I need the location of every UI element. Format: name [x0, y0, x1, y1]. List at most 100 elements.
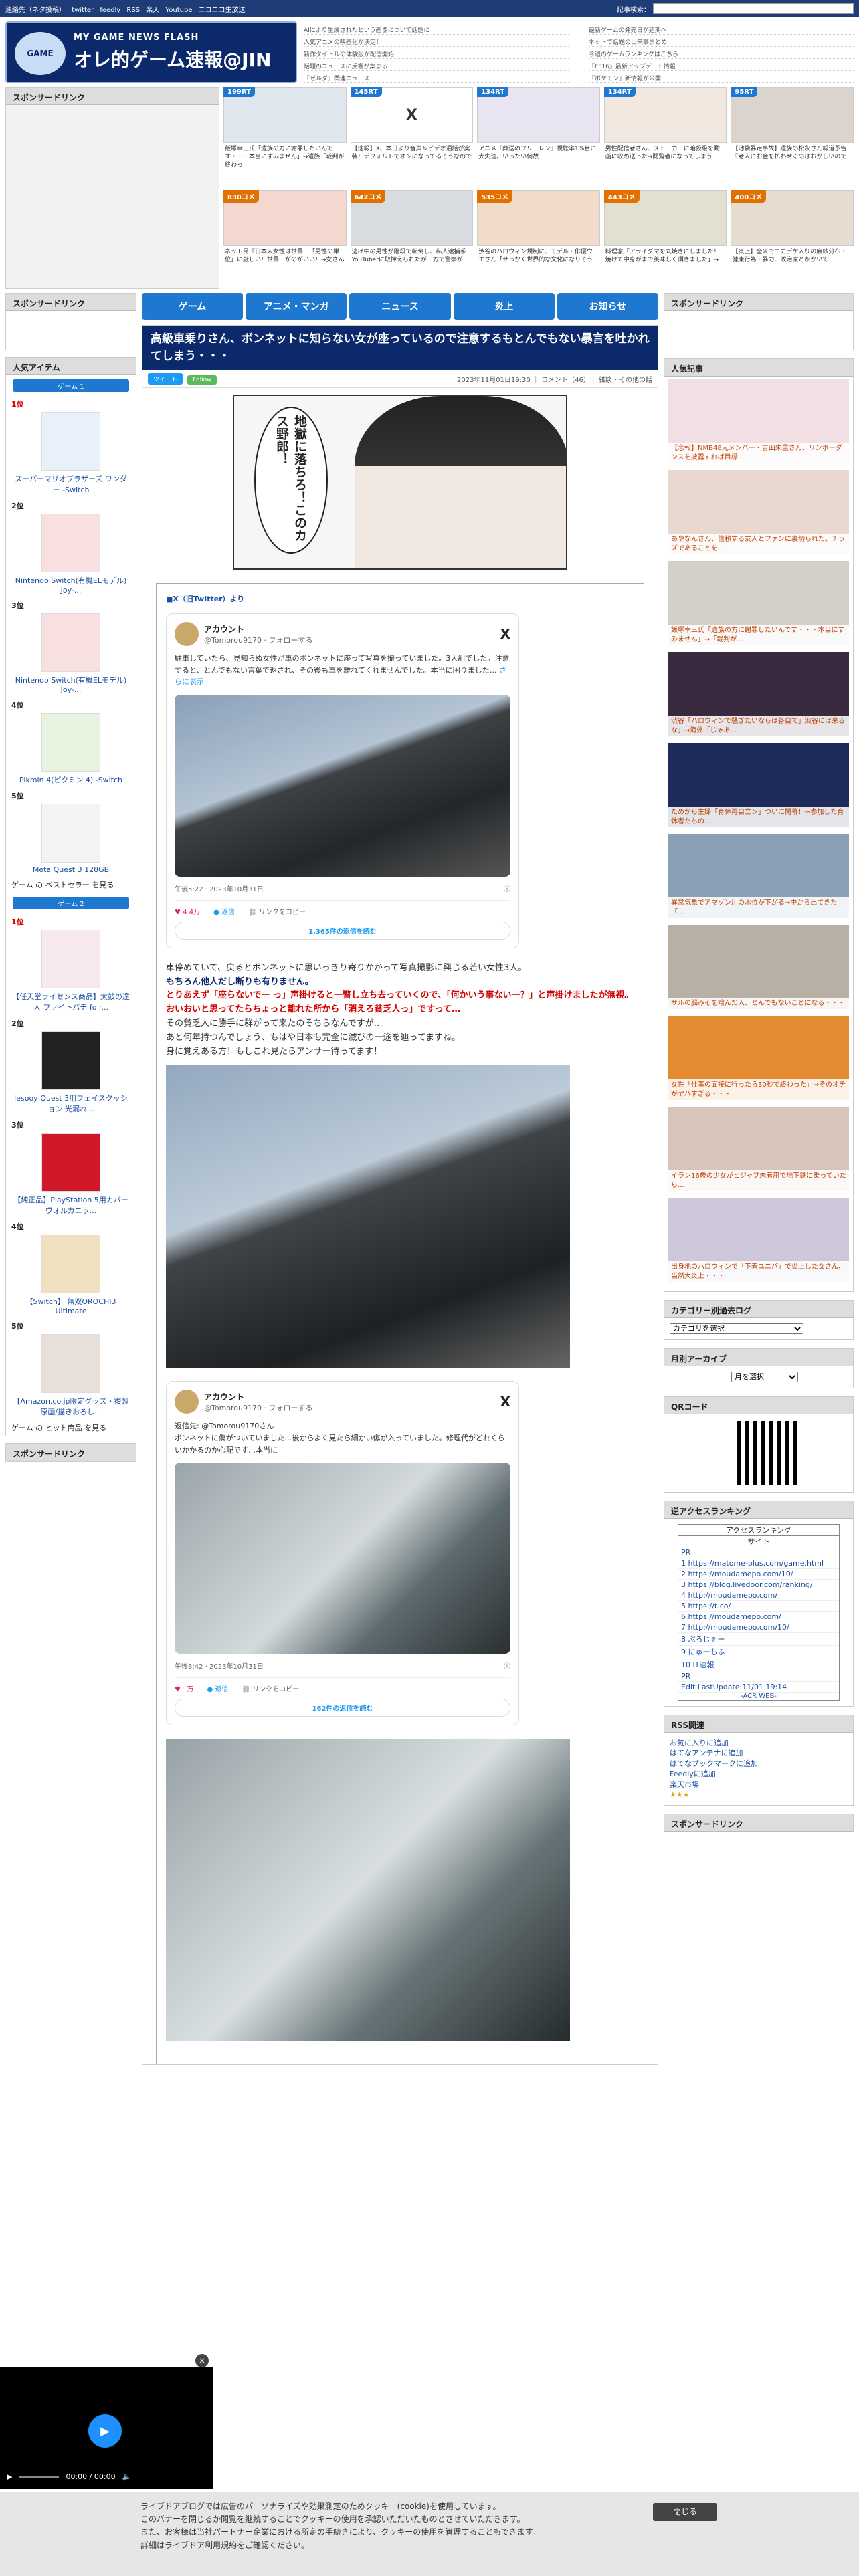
ranking-row[interactable]: 7 http://moudamepo.com/10/ — [678, 1622, 839, 1633]
search-input[interactable] — [653, 3, 854, 14]
copy-link-button[interactable]: ⛓ リンクをコピー — [248, 906, 306, 916]
product-name[interactable]: 【任天堂ライセンス商品】太鼓の達人 ファイトバチ fo r... — [11, 991, 130, 1012]
tweet-handle[interactable]: @Tomorou9170 · フォローする — [204, 635, 313, 645]
ranking-item[interactable]: 1位 【任天堂ライセンス商品】太鼓の達人 ファイトバチ fo r... — [6, 914, 136, 1015]
popular-article[interactable]: 出身地のハロウィンで「下着ユニバ」で炎上した女さん、当然大炎上・・・ — [668, 1198, 849, 1282]
top-link-feedly[interactable]: feedly — [100, 7, 120, 14]
ranking-tab-game1[interactable]: ゲーム 1 — [13, 379, 129, 392]
bestseller-link[interactable]: ゲーム の ベストセラー を見る — [6, 877, 136, 893]
headline-item[interactable]: 人気アニメの映画化が決定！ — [304, 37, 569, 47]
top-link-rss[interactable]: RSS — [126, 7, 140, 14]
copy-link-button[interactable]: ⛓ リンクをコピー — [242, 1683, 299, 1693]
tweet-car-image[interactable] — [175, 694, 510, 877]
reply-button[interactable]: ● 返信 — [213, 906, 235, 916]
thumb-card[interactable]: 830コメ ネット民『日本人女性は世界一「男性の単位」に厳しい！世界一がのがいい！… — [223, 190, 347, 288]
thumb-card[interactable]: 134RT 男性配信者さん、ストーカーに暗殺級を動画に収め送った→閲覧者になってし… — [603, 87, 727, 185]
tweet-avatar[interactable] — [175, 1390, 199, 1414]
thumb-card[interactable]: 642コメ 逃げ中の男性が階段で転倒し、私人逮捕系YouTuberに取押えられたが… — [350, 190, 474, 288]
cookie-close-button[interactable]: 閉じる — [652, 2503, 717, 2522]
headline-item[interactable]: 『ポケモン』新情報が公開 — [589, 74, 854, 83]
info-icon[interactable]: ⓘ — [504, 1660, 510, 1671]
ranking-row[interactable]: 2 https://moudamepo.com/10/ — [678, 1569, 839, 1580]
nav-game[interactable]: ゲーム — [142, 293, 244, 320]
x-logo-icon[interactable]: X — [500, 1394, 510, 1410]
ranking-item[interactable]: 5位 Meta Quest 3 128GB — [6, 788, 136, 877]
top-link-youtube[interactable]: Youtube — [165, 7, 192, 14]
reply-button[interactable]: ● 返信 — [207, 1683, 229, 1693]
popular-article[interactable]: 【悲報】NMB48元メンバー・吉田朱里さん、リンボーダンスを披露すれば目標... — [668, 379, 849, 463]
nav-anime-manga[interactable]: アニメ・マンガ — [246, 293, 347, 320]
tweet-author-name[interactable]: アカウント — [204, 1391, 313, 1402]
top-link-niconico[interactable]: ニコニコ生放送 — [199, 7, 246, 14]
product-name[interactable]: Nintendo Switch(有機ELモデル) Joy-... — [11, 575, 130, 595]
follow-button[interactable]: Follow — [187, 375, 217, 385]
popular-article[interactable]: 異常気象でアマゾン川の水位が下がる→中から出てきた「... — [668, 834, 849, 918]
headline-item[interactable]: 最新ゲームの発売日が延期へ — [589, 25, 854, 35]
product-name[interactable]: Nintendo Switch(有機ELモデル) Joy-... — [11, 675, 130, 694]
headline-item[interactable]: 今週のゲームランキングはこちら — [589, 49, 854, 59]
tweet-author-name[interactable]: アカウント — [204, 623, 313, 635]
seek-bar[interactable] — [19, 2476, 60, 2478]
ranking-row[interactable]: 5 https://t.co/ — [678, 1601, 839, 1612]
info-icon[interactable]: ⓘ — [504, 883, 510, 893]
thumb-card[interactable]: 199RT 飯塚幸三氏「遺族の方に謝罪したいんです・・・本当にすみません」→遺族「… — [223, 87, 347, 185]
headline-item[interactable]: AIにより生成されたという画像について話題に — [304, 25, 569, 35]
popular-article[interactable]: サルの脳みそを喰んだ人、とんでもないことになる・・・ — [668, 925, 849, 1009]
ranking-row[interactable]: 1 https://matome-plus.com/game.html — [678, 1558, 839, 1569]
tweet-handle[interactable]: @Tomorou9170 · フォローする — [204, 1402, 313, 1413]
like-button[interactable]: ♥ 1万 — [175, 1683, 194, 1693]
ranking-item[interactable]: 4位 Pikmin 4(ピクミン 4) -Switch — [6, 697, 136, 788]
read-replies-button[interactable]: 1,365件の返信を読む — [175, 921, 510, 940]
read-replies-button[interactable]: 162件の返信を読む — [175, 1699, 510, 1717]
ranking-item[interactable]: 5位 【Amazon.co.jp限定グッズ・複製原画/描きおろし... — [6, 1318, 136, 1420]
tweet-button[interactable]: ツイート — [148, 373, 183, 385]
volume-icon[interactable]: 🔈 — [122, 2472, 132, 2481]
rss-link-feedly[interactable]: Feedlyに追加 — [670, 1769, 848, 1779]
popular-article[interactable]: 渋谷「ハロウィンで騒ぎたいならは各自で」渋谷には来るな」→海外「じゃあ... — [668, 652, 849, 736]
headline-item[interactable]: 話題のニュースに反響が集まる — [304, 62, 569, 71]
ranking-row[interactable]: 4 http://moudamepo.com/ — [678, 1590, 839, 1601]
thumb-card[interactable]: 535コメ 渋谷のハロウィン規制に、モデル・俳優ウエさん「せっかく世界的な文化にな… — [477, 190, 600, 288]
popular-article[interactable]: あやなんさん、信頼する友人とファンに裏切られた。チラズであることを... — [668, 470, 849, 554]
headline-item[interactable]: 新作タイトルの体験版が配信開始 — [304, 49, 569, 59]
ranking-item[interactable]: 4位 【Switch】 無双OROCHI3 Ultimate — [6, 1218, 136, 1318]
product-name[interactable]: Pikmin 4(ピクミン 4) -Switch — [11, 774, 130, 785]
thumb-card[interactable]: X 145RT 【速報】X、本日より音声＆ビデオ通話が実装！デフォルトでオンになって… — [350, 87, 474, 185]
tweet-timestamp[interactable]: 午後5:22 · 2023年10月31日 — [175, 883, 264, 893]
ranking-item[interactable]: 2位 lesooy Quest 3用フェイスクッション 光漏れ... — [6, 1015, 136, 1117]
tweet-scratch-image[interactable] — [175, 1463, 510, 1654]
nav-news[interactable]: ニュース — [349, 293, 451, 320]
product-name[interactable]: 【Amazon.co.jp限定グッズ・複製原画/描きおろし... — [11, 1396, 130, 1417]
product-name[interactable]: Meta Quest 3 128GB — [11, 865, 130, 874]
ranking-item[interactable]: 3位 Nintendo Switch(有機ELモデル) Joy-... — [6, 597, 136, 697]
site-logo[interactable]: GAME MY GAME NEWS FLASH オレ的ゲーム速報@JIN — [5, 21, 297, 83]
ranking-row[interactable]: 9 にゅーもふ — [678, 1646, 839, 1658]
acr-web-link[interactable]: -ACR WEB- — [678, 1693, 839, 1700]
tweet-reply-to[interactable]: 返信先: @Tomorou9170さん — [175, 1420, 510, 1432]
ranking-row[interactable]: 8 ぷろじぇー — [678, 1633, 839, 1646]
month-select[interactable]: 月を選択 — [731, 1372, 798, 1382]
ranking-row[interactable]: 10 IT速報 — [678, 1658, 839, 1671]
headline-item[interactable]: 『FF16』最新アップデート情報 — [589, 62, 854, 71]
play-icon[interactable]: ▶ — [88, 2414, 122, 2448]
rss-link-rakuten[interactable]: 楽天市場 — [670, 1780, 848, 1790]
close-icon[interactable]: × — [195, 2354, 209, 2367]
ranking-row[interactable]: 6 https://moudamepo.com/ — [678, 1612, 839, 1622]
popular-article[interactable]: ためから主婦「育休再自立ン」ついに開幕！→参加した育休者たちの... — [668, 743, 849, 827]
product-name[interactable]: スーパーマリオブラザーズ ワンダー -Switch — [11, 473, 130, 495]
headline-item[interactable]: ネットで話題の出来事まとめ — [589, 37, 854, 47]
nav-announcements[interactable]: お知らせ — [557, 293, 659, 320]
rss-link-hatena-antenna[interactable]: はてなアンテナに追加 — [670, 1748, 848, 1758]
play-small-icon[interactable]: ▶ — [7, 2472, 12, 2481]
rss-link-hatena-bookmark[interactable]: はてなブックマークに追加 — [670, 1759, 848, 1769]
top-link-rakuten[interactable]: 楽天 — [146, 7, 159, 14]
ranking-item[interactable]: 1位 スーパーマリオブラザーズ ワンダー -Switch — [6, 396, 136, 498]
top-link-contact[interactable]: 連絡先（ネタ投稿） — [5, 7, 66, 14]
cookie-terms-link[interactable]: 詳細はライブドア利用規約をご確認ください。 — [140, 2539, 719, 2552]
product-name[interactable]: 【Switch】 無双OROCHI3 Ultimate — [11, 1296, 130, 1315]
x-logo-icon[interactable]: X — [500, 626, 510, 642]
tweet-avatar[interactable] — [175, 622, 199, 646]
thumb-card[interactable]: 443コメ 料理家「アライグマを丸焼きにしました！焼けて中身がまで美味しく頂きまし… — [603, 190, 727, 288]
popular-article[interactable]: 飯塚幸三氏「遺族の方に謝罪したいんです・・・本当にすみません」→「裁判が... — [668, 561, 849, 645]
category-select[interactable]: カテゴリを選択 — [670, 1323, 803, 1334]
